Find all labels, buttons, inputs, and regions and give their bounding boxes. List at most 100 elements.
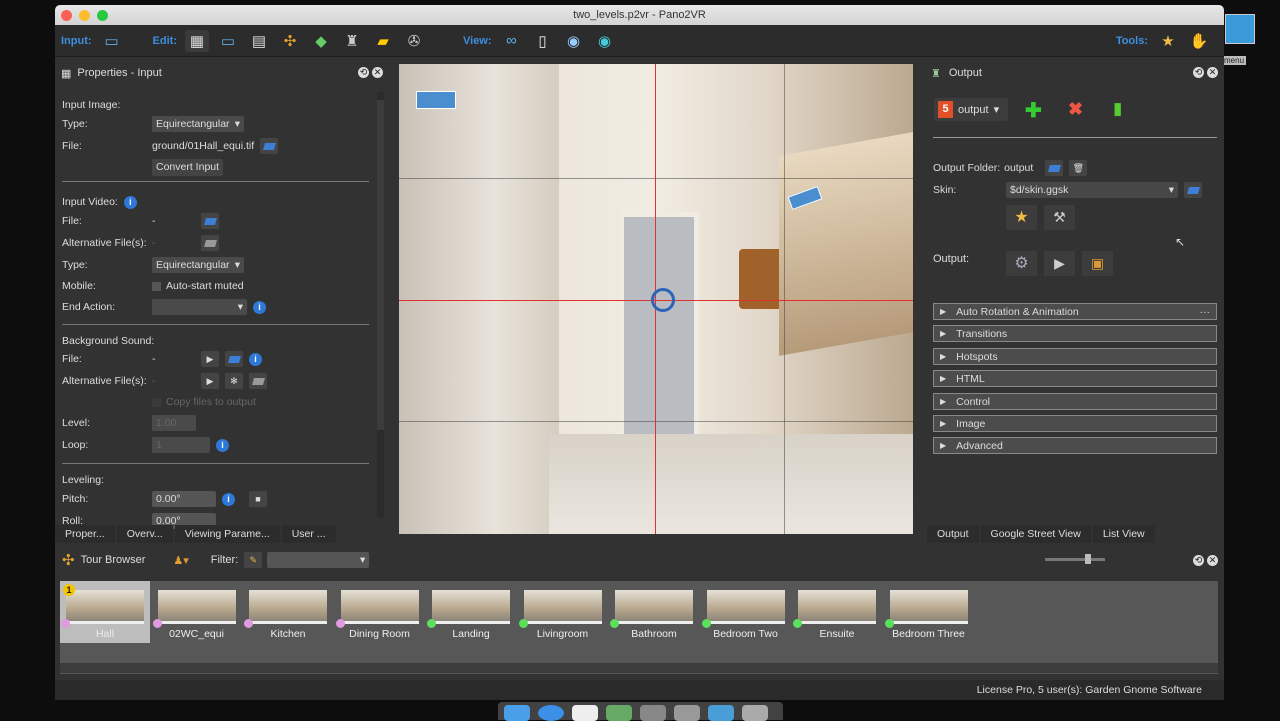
info-icon[interactable]: i xyxy=(123,195,137,209)
sort-button[interactable]: ♟▾ xyxy=(173,554,188,567)
video-icon[interactable] xyxy=(640,705,666,721)
minimize-button[interactable] xyxy=(79,10,90,21)
trash-icon[interactable]: 🗑 xyxy=(1069,160,1088,176)
tools-icon[interactable]: ⚒ xyxy=(1044,205,1075,230)
preview-icon[interactable]: ▶ xyxy=(1044,251,1075,276)
info-icon[interactable]: i xyxy=(222,492,235,506)
info-icon[interactable]: i xyxy=(249,352,262,366)
browse-folder-button[interactable] xyxy=(260,138,279,154)
section-auto-rotation[interactable]: ▶ Auto Rotation & Animation ··· xyxy=(933,303,1217,320)
copy-files-checkbox[interactable] xyxy=(152,397,161,407)
properties-icon[interactable]: ▦ xyxy=(185,29,209,52)
section-image[interactable]: ▶ Image xyxy=(933,415,1217,432)
notes-icon[interactable] xyxy=(572,705,598,721)
browse-sound-button[interactable] xyxy=(225,351,243,367)
delete-output-button[interactable]: ✖ xyxy=(1068,99,1083,120)
browse-folder-button[interactable] xyxy=(1045,160,1064,176)
thumbnail-size-slider[interactable] xyxy=(1045,554,1105,564)
preferences-icon[interactable] xyxy=(674,705,700,721)
output-format-select[interactable]: 5 output ▾ xyxy=(934,98,1008,121)
node-thumbnail[interactable]: Hall 1 xyxy=(60,581,150,643)
panorama-add-icon[interactable]: ▭ xyxy=(100,30,124,52)
document-output-button[interactable]: ▮ xyxy=(1113,99,1122,119)
node-thumbnail[interactable]: Bedroom Two xyxy=(701,581,791,643)
browse-alt-button[interactable] xyxy=(201,235,219,251)
node-thumbnail[interactable]: Kitchen xyxy=(243,581,333,643)
convert-input-button[interactable]: Convert Input xyxy=(152,158,224,176)
play-button[interactable]: ▶ xyxy=(201,351,219,367)
tab-properties[interactable]: Proper... xyxy=(55,525,115,543)
close-panel-button[interactable]: ✕ xyxy=(1207,555,1218,566)
tour-map-icon[interactable]: ◆ xyxy=(309,30,333,52)
node-thumbnail[interactable]: Bedroom Three xyxy=(884,581,974,643)
skin-select[interactable]: $d/skin.ggsk ▾ xyxy=(1006,182,1178,198)
finder-icon[interactable] xyxy=(504,705,530,721)
section-control[interactable]: ▶ Control xyxy=(933,393,1217,410)
filter-pencil-icon[interactable]: ✎ xyxy=(244,552,263,568)
browse-alt-sound-button[interactable] xyxy=(249,373,267,389)
list-view-icon[interactable]: ▯ xyxy=(531,30,555,52)
play-alt-button[interactable]: ▶ xyxy=(201,373,219,389)
tab-viewing-parameters[interactable]: Viewing Parame... xyxy=(174,525,280,543)
user-data-icon[interactable]: ▤ xyxy=(247,30,271,52)
zoom-button[interactable] xyxy=(97,10,108,21)
close-panel-button[interactable]: ✕ xyxy=(1207,67,1218,78)
horizontal-scrollbar[interactable] xyxy=(60,663,1218,673)
node-thumbnail[interactable]: Livingroom xyxy=(518,581,608,643)
settings-gear-icon[interactable]: ⚙ xyxy=(1006,251,1037,276)
scrollbar[interactable] xyxy=(377,92,384,517)
close-window-button[interactable] xyxy=(61,10,72,21)
trash-icon[interactable] xyxy=(742,705,768,721)
filter-select[interactable]: ▾ xyxy=(267,552,370,568)
hand-icon[interactable]: ✋ xyxy=(1187,30,1211,52)
target-icon[interactable] xyxy=(651,288,675,312)
animation-icon[interactable]: ✇ xyxy=(402,30,426,52)
section-hotspots[interactable]: ▶ Hotspots xyxy=(933,348,1217,365)
pitch-spinbox[interactable]: 0.00° xyxy=(152,491,216,507)
close-panel-button[interactable]: ✕ xyxy=(372,67,383,78)
node-thumbnail[interactable]: Bathroom xyxy=(609,581,699,643)
section-transitions[interactable]: ▶ Transitions xyxy=(933,325,1217,342)
tab-list-view[interactable]: List View xyxy=(1092,525,1155,543)
loop-spinbox[interactable]: 1 xyxy=(152,437,210,453)
browse-skin-button[interactable] xyxy=(1184,182,1202,198)
desktop-icon[interactable] xyxy=(1225,14,1255,44)
node-thumbnail[interactable]: Landing xyxy=(426,581,516,643)
package-icon[interactable]: ▣ xyxy=(1082,251,1113,276)
info-icon[interactable]: i xyxy=(216,438,229,452)
node-thumbnail[interactable]: Dining Room xyxy=(335,581,425,643)
folder-icon[interactable] xyxy=(708,705,734,721)
hotspot-icon[interactable] xyxy=(416,91,456,109)
safari-icon[interactable] xyxy=(538,705,564,721)
compass-icon[interactable]: ◉ xyxy=(562,30,586,52)
float-panel-button[interactable]: ⟲ xyxy=(1193,555,1204,566)
viewing-parameters-icon[interactable]: ▭ xyxy=(216,30,240,52)
output-icon[interactable]: ♜ xyxy=(340,30,364,52)
tab-overview[interactable]: Overv... xyxy=(116,525,173,543)
pano2vr-icon[interactable] xyxy=(606,705,632,721)
cube-icon[interactable]: ■ xyxy=(249,491,267,507)
browse-video-button[interactable] xyxy=(201,213,219,229)
tab-user[interactable]: User ... xyxy=(281,525,336,543)
section-advanced[interactable]: ▶ Advanced xyxy=(933,437,1217,454)
section-html[interactable]: ▶ HTML xyxy=(933,370,1217,387)
float-panel-button[interactable]: ⟲ xyxy=(358,67,369,78)
panorama-viewer[interactable] xyxy=(399,64,913,534)
settings-icon[interactable]: ✻ xyxy=(225,373,243,389)
node-thumbnail[interactable]: 02WC_equi xyxy=(152,581,242,643)
skin-editor-icon[interactable]: ★ xyxy=(1006,205,1037,230)
binoculars-icon[interactable]: ∞ xyxy=(500,30,524,52)
node-thumbnail[interactable]: Ensuite xyxy=(792,581,882,643)
float-panel-button[interactable]: ⟲ xyxy=(1193,67,1204,78)
eye-icon[interactable]: ◉ xyxy=(593,30,617,52)
end-action-select[interactable]: ▾ xyxy=(152,299,247,315)
info-icon[interactable]: i xyxy=(253,300,266,314)
tab-output[interactable]: Output xyxy=(927,525,979,543)
level-spinbox[interactable]: 1.00 xyxy=(152,415,196,431)
tour-browser-icon[interactable]: ✣ xyxy=(278,30,302,52)
skin-editor-icon[interactable]: ★ xyxy=(1156,30,1180,52)
google-street-view-icon[interactable]: ▰ xyxy=(371,30,395,52)
tab-google-street-view[interactable]: Google Street View xyxy=(980,525,1091,543)
add-output-button[interactable]: ✚ xyxy=(1025,98,1042,123)
video-type-select[interactable]: Equirectangular ▾ xyxy=(152,257,244,273)
